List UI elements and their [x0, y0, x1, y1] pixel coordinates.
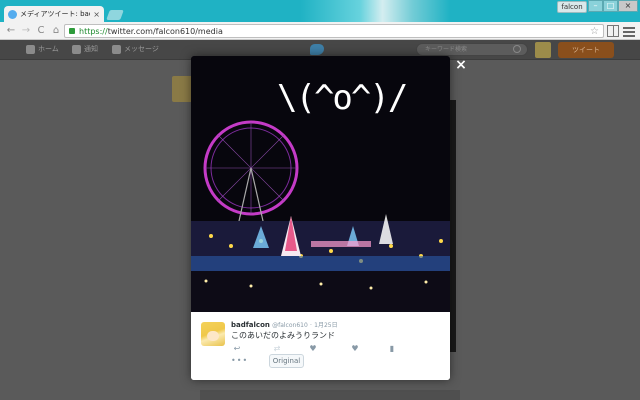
tweet-header: badfalcon @falcon610 · 1月25日 [231, 320, 338, 329]
browser-toolbar: ← → C ⌂ https://twitter.com/falcon610/me… [0, 22, 640, 40]
browser-tab[interactable]: メディアツイート: badfalcon × [4, 6, 104, 22]
nav-notifications-label: 通知 [84, 45, 98, 53]
search-input[interactable]: キーワード検索 [416, 43, 528, 56]
maximize-button[interactable]: □ [603, 0, 618, 12]
user-handle[interactable]: @falcon610 [272, 322, 308, 329]
extension-icon[interactable] [607, 25, 619, 37]
tab-close-icon[interactable]: × [93, 10, 100, 19]
tweet-photo[interactable]: \(^o^)/ [191, 56, 450, 312]
home-button[interactable]: ⌂ [50, 25, 62, 37]
background-footer [200, 390, 460, 400]
favorite-icon[interactable]: ♥ [307, 344, 319, 353]
back-button[interactable]: ← [5, 25, 17, 37]
media-modal: \(^o^)/ badfalcon @falcon610 · 1月25日 このあ… [191, 56, 450, 380]
twitter-bird-icon[interactable] [310, 44, 324, 55]
tweet-text: このあいだのよみうりランド [231, 331, 335, 340]
envelope-icon [112, 44, 121, 54]
minimize-button[interactable]: – [588, 0, 603, 12]
profile-button[interactable]: falcon [557, 1, 587, 13]
nav-messages-label: メッセージ [124, 45, 159, 53]
url-text: https://twitter.com/falcon610/media [79, 26, 223, 36]
bell-icon [72, 44, 81, 54]
heart-icon[interactable]: ♥ [349, 344, 361, 353]
more-icon[interactable]: ••• [231, 356, 248, 365]
reply-icon[interactable]: ↩ [231, 344, 243, 353]
close-window-button[interactable]: × [618, 0, 638, 12]
menu-icon[interactable] [623, 25, 635, 37]
tab-title: メディアツイート: badfalcon [20, 10, 90, 18]
original-button[interactable]: Original [269, 354, 304, 368]
new-tab-button[interactable] [106, 10, 124, 20]
tweet-date[interactable]: 1月25日 [314, 322, 337, 329]
display-name[interactable]: badfalcon [231, 321, 270, 329]
close-icon[interactable]: × [454, 58, 468, 72]
separator: · [310, 322, 312, 329]
stats-icon[interactable]: ▮ [386, 344, 398, 353]
avatar[interactable] [535, 42, 551, 58]
star-icon[interactable]: ☆ [590, 26, 599, 37]
nav-notifications[interactable]: 通知 [72, 44, 98, 54]
search-icon[interactable] [513, 45, 521, 53]
browser-titlebar: メディアツイート: badfalcon × falcon – □ × [0, 0, 640, 22]
tweet-actions: ↩ ⇄ ♥ ♥ ▮ [231, 344, 441, 354]
retweet-icon[interactable]: ⇄ [271, 344, 283, 353]
tweet-details: badfalcon @falcon610 · 1月25日 このあいだのよみうりラ… [191, 312, 450, 380]
address-bar[interactable]: https://twitter.com/falcon610/media ☆ [64, 24, 604, 38]
nav-messages[interactable]: メッセージ [112, 44, 159, 54]
home-icon [26, 44, 35, 54]
reload-button[interactable]: C [35, 25, 47, 37]
tweet-button[interactable]: ツイート [558, 42, 614, 58]
theme-banner [300, 0, 450, 22]
nav-home-label: ホーム [38, 45, 59, 53]
nav-home[interactable]: ホーム [26, 44, 59, 54]
avatar[interactable] [201, 322, 225, 346]
twitter-favicon [8, 9, 17, 19]
photo-overlay-kaomoji: \(^o^)/ [277, 78, 408, 118]
lock-icon [69, 28, 75, 34]
screen: メディアツイート: badfalcon × falcon – □ × ← → C… [0, 0, 640, 400]
forward-button[interactable]: → [20, 25, 32, 37]
